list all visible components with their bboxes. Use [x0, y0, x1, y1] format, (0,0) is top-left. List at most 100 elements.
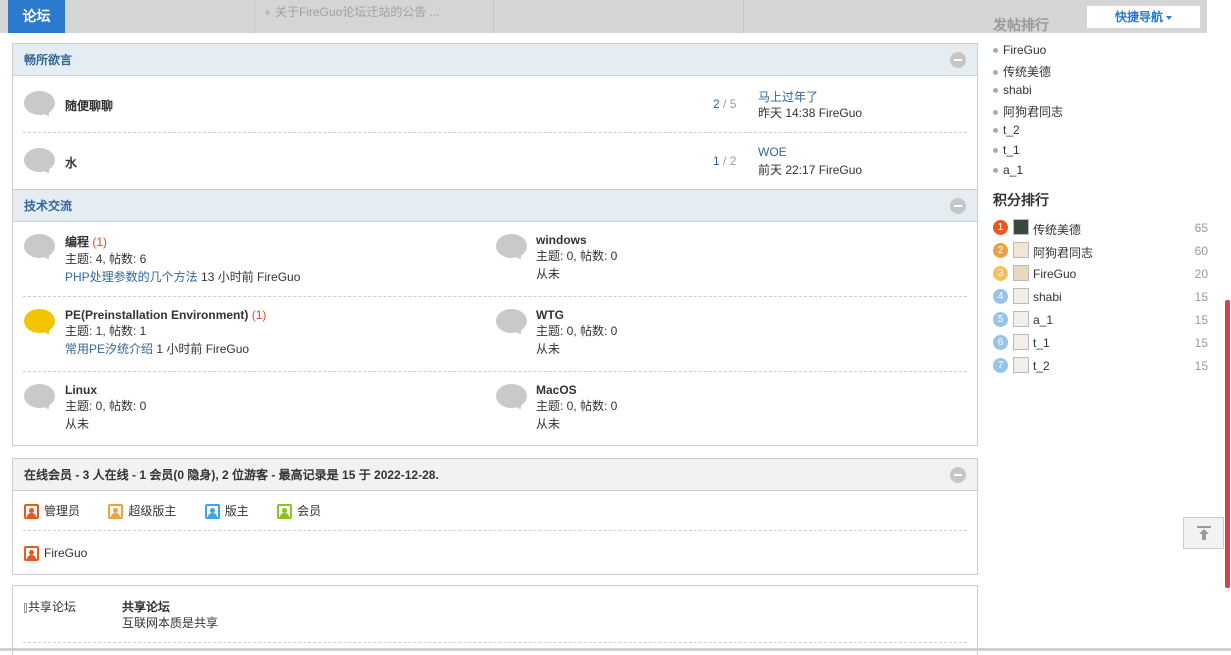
rank-number-badge: 6 [993, 335, 1008, 350]
score-rank-item[interactable]: 2 阿狗君同志 60 [993, 242, 1213, 260]
group-title[interactable]: 技术交流 [24, 199, 72, 213]
forum-cell: MacOS 主题: 0, 帖数: 0 从未 [536, 383, 617, 433]
rank-score: 15 [1194, 313, 1208, 327]
score-rank-item[interactable]: 3 FireGuo 20 [993, 265, 1213, 283]
side-scroll-indicator[interactable] [1225, 300, 1230, 588]
announcement-text[interactable]: 关于FireGuo论坛迁站的公告 ... [275, 5, 440, 19]
forum-counts: 主题: 0, 帖数: 0 [65, 399, 147, 413]
nav-forum-tab[interactable]: 论坛 [8, 0, 65, 33]
forum-stats: 2 / 5 [713, 97, 737, 111]
post-rank-item[interactable]: 传统美德 [993, 63, 1051, 80]
bullet-icon [993, 148, 998, 154]
online-user[interactable]: FireGuo [24, 545, 87, 562]
post-rank-item[interactable]: t_1 [993, 143, 1020, 157]
rank-user-name[interactable]: shabi [1033, 290, 1062, 304]
rank-score: 65 [1194, 221, 1208, 235]
forum-counts: 主题: 0, 帖数: 0 [536, 399, 618, 413]
rank-user-name[interactable]: a_1 [1033, 313, 1053, 327]
score-rank-item[interactable]: 5 a_1 15 [993, 311, 1213, 329]
forum-name[interactable]: MacOS [536, 383, 577, 397]
forum-name[interactable]: PE(Preinstallation Environment) [65, 308, 248, 322]
rank-user-name[interactable]: t_2 [1033, 359, 1050, 373]
rank-user-name[interactable]: 传统美德 [1033, 221, 1081, 238]
last-post-info: 1 小时前 FireGuo [156, 342, 250, 356]
forum-name[interactable]: windows [536, 233, 587, 247]
score-rank-item[interactable]: 1 传统美德 65 [993, 219, 1213, 237]
forum-status-icon [24, 384, 55, 408]
online-header[interactable]: 在线会员 - 3 人在线 - 1 会员(0 隐身), 2 位游客 - 最高记录是… [13, 459, 977, 491]
last-post-link[interactable]: 常用PE汐统介绍 [65, 342, 153, 356]
forum-counts: 主题: 1, 帖数: 1 [65, 324, 147, 338]
rank-number-badge: 1 [993, 220, 1008, 235]
row-divider [23, 296, 967, 297]
rank-score: 15 [1194, 336, 1208, 350]
online-user-link[interactable]: FireGuo [44, 546, 87, 560]
post-rank-item[interactable]: FireGuo [993, 43, 1046, 57]
rank-score: 15 [1194, 359, 1208, 373]
friend-links: 共享论坛 共享论坛 互联网本质是共享 [12, 585, 978, 655]
legend-moderator: 版主 [204, 504, 249, 520]
link-name[interactable]: 共享论坛 [122, 598, 170, 615]
collapse-icon[interactable] [950, 467, 966, 483]
post-rank-item[interactable]: t_2 [993, 123, 1020, 137]
row-divider [23, 371, 967, 372]
role-legend: 管理员 超级版主 版主 会员 [24, 503, 321, 520]
forum-counts: 主题: 0, 帖数: 0 [536, 249, 618, 263]
forum-status-icon [496, 384, 527, 408]
link-description: 互联网本质是共享 [122, 616, 219, 630]
forum-name[interactable]: WTG [536, 308, 564, 322]
forum-group-tech: 技术交流 编程 (1) 主题: 4, 帖数: 6 PHP处理参数的几个方法 13… [12, 189, 978, 446]
last-post-time: 前天 22:17 FireGuo [758, 163, 863, 177]
score-rank-item[interactable]: 4 shabi 15 [993, 288, 1213, 306]
quick-nav-button[interactable]: 快捷导航 [1087, 6, 1200, 28]
forum-name[interactable]: Linux [65, 383, 97, 397]
rank-user-name[interactable]: FireGuo [1033, 267, 1076, 281]
forum-cell: windows 主题: 0, 帖数: 0 从未 [536, 233, 617, 283]
forum-cell: Linux 主题: 0, 帖数: 0 从未 [65, 383, 146, 433]
user-avatar [1013, 219, 1029, 235]
score-rank-item[interactable]: 6 t_1 15 [993, 334, 1213, 352]
legend-super-moderator: 超级版主 [108, 504, 176, 520]
row-divider [23, 530, 967, 531]
link-logo-broken-image[interactable]: 共享论坛 [24, 598, 76, 615]
online-summary: 在线会员 - 3 人在线 - 1 会员(0 隐身), 2 位游客 - 最高记录是… [24, 468, 439, 482]
collapse-icon[interactable] [950, 52, 966, 68]
user-avatar [1013, 242, 1029, 258]
broken-image-icon [24, 602, 27, 613]
rank-number-badge: 3 [993, 266, 1008, 281]
collapse-icon[interactable] [950, 198, 966, 214]
link-logo-alt: 共享论坛 [28, 600, 77, 614]
post-rank-item[interactable]: a_1 [993, 163, 1023, 177]
divider [743, 0, 744, 33]
rank-user-name[interactable]: t_1 [1033, 336, 1050, 350]
forum-name[interactable]: 编程 [65, 235, 89, 249]
rank-score: 20 [1194, 267, 1208, 281]
group-header[interactable]: 畅所欲言 [13, 44, 977, 76]
last-post-info: 从未 [536, 417, 561, 431]
score-rank-item[interactable]: 7 t_2 15 [993, 357, 1213, 375]
last-post-time: 昨天 14:38 FireGuo [758, 106, 863, 120]
last-post-info: 从未 [536, 342, 561, 356]
group-title[interactable]: 畅所欲言 [24, 53, 72, 67]
back-to-top-button[interactable] [1183, 517, 1224, 549]
rank-user-name[interactable]: 阿狗君同志 [1033, 244, 1093, 261]
forum-counts: 主题: 0, 帖数: 0 [536, 324, 618, 338]
post-rank-item[interactable]: shabi [993, 83, 1032, 97]
user-avatar [1013, 265, 1029, 281]
announcement-ticker[interactable]: 关于FireGuo论坛迁站的公告 ... [254, 0, 494, 33]
last-post-link[interactable]: PHP处理参数的几个方法 [65, 270, 198, 284]
forum-name[interactable]: 随便聊聊 [65, 97, 113, 114]
last-post-link[interactable]: 马上过年了 [758, 88, 818, 105]
row-divider [23, 132, 967, 133]
score-rank-title: 积分排行 [993, 192, 1049, 208]
forum-name[interactable]: 水 [65, 154, 77, 171]
group-header[interactable]: 技术交流 [13, 190, 977, 222]
forum-status-icon [496, 309, 527, 333]
super-moderator-user-icon [108, 504, 124, 520]
online-members: 在线会员 - 3 人在线 - 1 会员(0 隐身), 2 位游客 - 最高记录是… [12, 458, 978, 575]
forum-status-icon [24, 234, 55, 258]
forum-group-chat: 畅所欲言 随便聊聊 2 / 5 马上过年了 昨天 14:38 FireGuo 水… [12, 43, 978, 190]
row-divider [23, 642, 967, 643]
post-rank-item[interactable]: 阿狗君同志 [993, 103, 1063, 120]
last-post-link[interactable]: WOE [758, 145, 787, 159]
